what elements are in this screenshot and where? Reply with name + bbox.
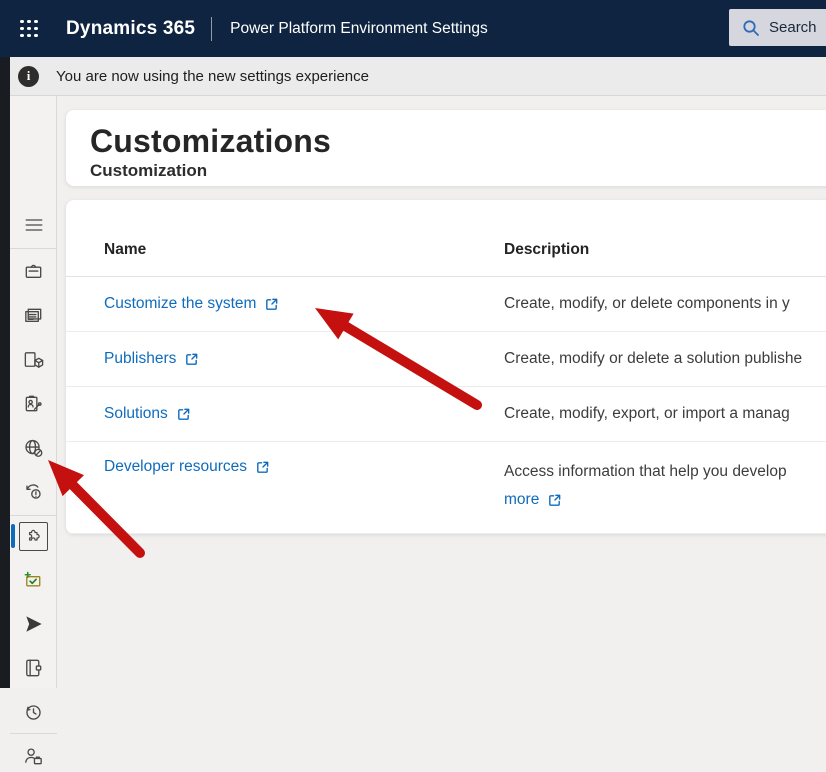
- sidebar-item-web[interactable]: [10, 432, 57, 464]
- table-row: Customize the system Create, modify, or …: [66, 277, 826, 332]
- row-description: Access information that help you develop…: [504, 458, 787, 514]
- link-label: Solutions: [104, 405, 168, 423]
- news-icon: [22, 305, 45, 328]
- customize-the-system-link[interactable]: Customize the system: [104, 295, 279, 313]
- search-input[interactable]: [769, 19, 826, 36]
- person-briefcase-icon: [22, 745, 45, 768]
- topbar-divider: [211, 17, 212, 41]
- search-box[interactable]: [729, 9, 826, 46]
- row-description: Create, modify or delete a solution publ…: [504, 345, 802, 373]
- menu-icon: [23, 214, 45, 236]
- send-icon: [22, 613, 45, 636]
- service-clipboard-icon: [22, 393, 45, 416]
- external-link-icon: [264, 297, 279, 312]
- table-row: Publishers Create, modify or delete a so…: [66, 332, 826, 387]
- sidebar-item-product[interactable]: [10, 344, 57, 376]
- info-banner: i You are now using the new settings exp…: [0, 57, 826, 96]
- solutions-link[interactable]: Solutions: [104, 405, 191, 423]
- external-link-icon: [184, 352, 199, 367]
- page-title: Customizations: [90, 123, 826, 160]
- new-item-icon: [22, 569, 45, 592]
- sidebar-divider: [10, 515, 57, 516]
- more-link[interactable]: more: [504, 486, 562, 514]
- history-icon: [22, 701, 45, 724]
- sidebar-menu-button[interactable]: [10, 209, 57, 241]
- table-row: Developer resources Access information t…: [66, 442, 826, 534]
- row-description: Create, modify, or delete components in …: [504, 290, 790, 318]
- table-header-row: Name Description: [66, 200, 826, 277]
- selected-icon-frame: [19, 522, 48, 551]
- info-icon: i: [18, 66, 39, 87]
- page-subtitle: Customization: [90, 161, 826, 181]
- top-navigation-bar: Dynamics 365 Power Platform Environment …: [0, 0, 826, 57]
- publishers-link[interactable]: Publishers: [104, 350, 199, 368]
- selected-indicator-bar: [11, 524, 15, 548]
- sidebar-item-notebook[interactable]: [10, 652, 57, 684]
- app-title: Power Platform Environment Settings: [230, 20, 488, 38]
- column-header-name: Name: [104, 241, 504, 259]
- banner-message: You are now using the new settings exper…: [56, 68, 369, 85]
- description-line-1: Access information that help you develop: [504, 458, 787, 486]
- row-description: Create, modify, export, or import a mana…: [504, 400, 790, 428]
- sidebar-item-service[interactable]: [10, 388, 57, 420]
- sync-status-icon: [22, 481, 45, 504]
- sidebar-item-send[interactable]: [10, 608, 57, 640]
- link-label: Developer resources: [104, 458, 247, 476]
- link-label: Customize the system: [104, 295, 256, 313]
- puzzle-customizations-icon: [23, 526, 44, 547]
- external-link-icon: [255, 460, 270, 475]
- table-row: Solutions Create, modify, export, or imp…: [66, 387, 826, 442]
- sidebar-navigation: [10, 96, 57, 688]
- link-label: more: [504, 486, 539, 514]
- column-header-description: Description: [504, 241, 589, 259]
- left-edge-strip: [0, 57, 10, 688]
- sidebar-divider: [10, 733, 57, 734]
- main-content: Customizations Customization Name Descri…: [58, 96, 826, 688]
- sidebar-item-news[interactable]: [10, 300, 57, 332]
- sidebar-divider: [10, 248, 57, 249]
- sidebar-item-badge[interactable]: [10, 256, 57, 288]
- globe-blocked-icon: [22, 437, 45, 460]
- product-icon: [22, 349, 45, 372]
- search-icon: [742, 19, 760, 37]
- sidebar-item-users[interactable]: [10, 740, 57, 772]
- sidebar-item-sync-status[interactable]: [10, 476, 57, 508]
- badge-icon: [22, 261, 45, 284]
- settings-table-card: Name Description Customize the system Cr…: [66, 200, 826, 534]
- notebook-icon: [22, 657, 45, 680]
- page-header-card: Customizations Customization: [66, 110, 826, 186]
- developer-resources-link[interactable]: Developer resources: [104, 458, 270, 476]
- link-label: Publishers: [104, 350, 176, 368]
- sidebar-item-history[interactable]: [10, 696, 57, 728]
- sidebar-item-new-feature[interactable]: [10, 564, 57, 596]
- external-link-icon: [547, 493, 562, 508]
- app-launcher-waffle-icon[interactable]: [20, 20, 38, 38]
- external-link-icon: [176, 407, 191, 422]
- brand-title[interactable]: Dynamics 365: [66, 18, 195, 40]
- sidebar-item-customizations-selected[interactable]: [10, 520, 57, 552]
